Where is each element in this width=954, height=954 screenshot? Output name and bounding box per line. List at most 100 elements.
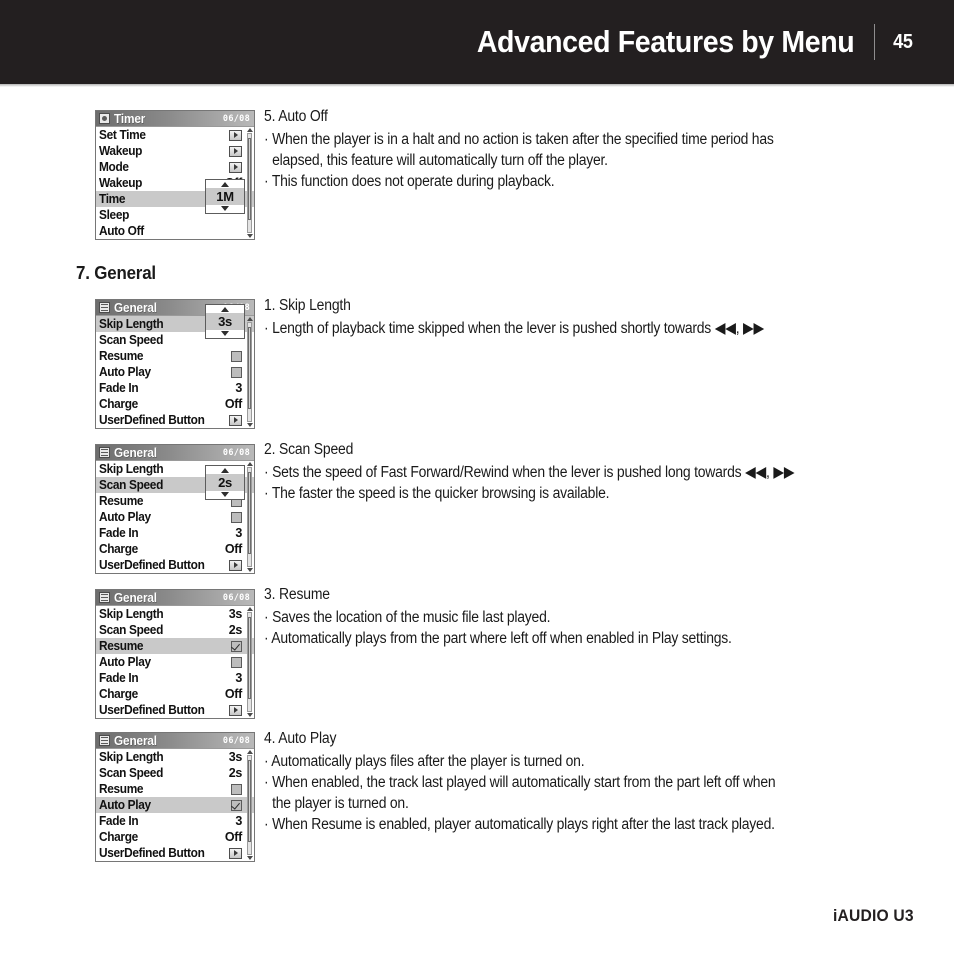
- checkbox-icon[interactable]: [231, 366, 242, 378]
- menu-row[interactable]: Scan Speed 2s: [96, 622, 254, 638]
- scroll-down-icon[interactable]: [246, 234, 253, 238]
- chevron-right-icon[interactable]: [229, 145, 242, 157]
- menu-row-label: Auto Off: [99, 224, 144, 238]
- menu-row[interactable]: Mode: [96, 159, 254, 175]
- menu-row[interactable]: Scan Speed 2s: [96, 765, 254, 781]
- device-screen: Timer06/08Set TimeWakeupModeWakeupOffTim…: [95, 110, 255, 240]
- menu-row-label: Resume: [99, 349, 144, 363]
- scroll-up-icon[interactable]: [246, 607, 253, 611]
- menu-row-value: 3s: [228, 750, 243, 764]
- menu-row[interactable]: Auto Play: [96, 364, 254, 380]
- scroll-thumb[interactable]: [248, 137, 251, 221]
- menu-row[interactable]: Skip Length 3s: [96, 606, 254, 622]
- menu-row[interactable]: UserDefined Button: [96, 702, 254, 718]
- menu-row-label: Auto Play: [99, 798, 151, 812]
- menu-row-label: Scan Speed: [99, 766, 164, 780]
- menu-row[interactable]: Auto Play: [96, 797, 254, 813]
- spinner-value: 2s: [206, 474, 244, 491]
- scroll-thumb[interactable]: [248, 616, 251, 700]
- checkbox-icon[interactable]: [231, 511, 242, 523]
- chevron-right-icon[interactable]: [229, 559, 242, 571]
- spinner-down-icon[interactable]: [221, 206, 229, 211]
- scroll-up-icon[interactable]: [246, 128, 253, 132]
- menu-row[interactable]: Fade In 3: [96, 813, 254, 829]
- menu-row-value: Off: [224, 830, 242, 844]
- menu-row[interactable]: UserDefined Button: [96, 557, 254, 573]
- menu-row-label: Resume: [99, 639, 144, 653]
- scroll-track[interactable]: [247, 612, 252, 712]
- scroll-up-icon[interactable]: [246, 750, 253, 754]
- description-title: 4. Auto Play: [264, 730, 337, 747]
- spinner-up-icon[interactable]: [221, 307, 229, 312]
- menu-row-value: 3: [235, 671, 242, 685]
- screen-scrollbar[interactable]: [246, 749, 253, 861]
- checkbox-icon[interactable]: [231, 656, 242, 668]
- checkbox-icon[interactable]: [231, 350, 242, 362]
- menu-row[interactable]: Charge Off: [96, 829, 254, 845]
- spinner-up-icon[interactable]: [221, 468, 229, 473]
- spinner-down-icon[interactable]: [221, 331, 229, 336]
- menu-row[interactable]: Fade In 3: [96, 380, 254, 396]
- menu-row[interactable]: Skip Length 3s: [96, 749, 254, 765]
- spinner-down-icon[interactable]: [221, 492, 229, 497]
- menu-row[interactable]: Resume: [96, 638, 254, 654]
- chevron-right-icon[interactable]: [229, 414, 242, 426]
- scroll-down-icon[interactable]: [246, 423, 253, 427]
- scroll-track[interactable]: [247, 322, 252, 422]
- menu-row[interactable]: Auto Off: [96, 223, 254, 239]
- screen-scrollbar[interactable]: [246, 606, 253, 718]
- menu-row[interactable]: Fade In 3: [96, 525, 254, 541]
- screen-page-indicator: 06/08: [222, 736, 250, 746]
- checkbox-checked-icon[interactable]: [231, 799, 242, 811]
- chevron-right-icon[interactable]: [229, 161, 242, 173]
- scroll-down-icon[interactable]: [246, 856, 253, 860]
- spinner-up-icon[interactable]: [221, 182, 229, 187]
- menu-row[interactable]: Charge Off: [96, 396, 254, 412]
- menu-row[interactable]: Fade In 3: [96, 670, 254, 686]
- menu-row[interactable]: UserDefined Button: [96, 412, 254, 428]
- scroll-down-icon[interactable]: [246, 713, 253, 717]
- description-title: 1. Skip Length: [264, 297, 351, 314]
- menu-row[interactable]: Auto Play: [96, 509, 254, 525]
- menu-row-label: Skip Length: [99, 317, 164, 331]
- menu-row-label: Wakeup: [99, 176, 143, 190]
- menu-row[interactable]: Resume: [96, 348, 254, 364]
- scroll-thumb[interactable]: [248, 471, 251, 555]
- chevron-right-icon[interactable]: [229, 129, 242, 141]
- scroll-thumb[interactable]: [248, 326, 251, 410]
- screen-scrollbar[interactable]: [246, 461, 253, 573]
- scroll-track[interactable]: [247, 467, 252, 567]
- menu-row-label: Resume: [99, 494, 144, 508]
- menu-row-label: Scan Speed: [99, 478, 164, 492]
- screen-scrollbar[interactable]: [246, 316, 253, 428]
- value-spinner-popup[interactable]: 3s: [205, 304, 245, 339]
- screen-title: General: [114, 445, 157, 460]
- checkbox-checked-icon[interactable]: [231, 640, 242, 652]
- menu-row[interactable]: Wakeup: [96, 143, 254, 159]
- value-spinner-popup[interactable]: 1M: [205, 179, 245, 214]
- value-spinner-popup[interactable]: 2s: [205, 465, 245, 500]
- device-screen: General 06/08 Skip Length 3s Scan Speed 2s Res…: [95, 589, 255, 719]
- menu-row-value: Off: [224, 397, 242, 411]
- menu-row[interactable]: UserDefined Button: [96, 845, 254, 861]
- scroll-track[interactable]: [247, 133, 252, 233]
- scroll-track[interactable]: [247, 755, 252, 855]
- menu-row-label: Resume: [99, 782, 144, 796]
- scroll-down-icon[interactable]: [246, 568, 253, 572]
- scroll-up-icon[interactable]: [246, 317, 253, 321]
- menu-row[interactable]: Charge Off: [96, 686, 254, 702]
- list-icon: [99, 592, 110, 603]
- menu-row[interactable]: Set Time: [96, 127, 254, 143]
- scroll-thumb[interactable]: [248, 759, 251, 843]
- chevron-right-icon[interactable]: [229, 704, 242, 716]
- menu-row[interactable]: Charge Off: [96, 541, 254, 557]
- screen-scrollbar[interactable]: [246, 127, 253, 239]
- chevron-right-icon[interactable]: [229, 847, 242, 859]
- menu-row[interactable]: Auto Play: [96, 654, 254, 670]
- header-divider: [874, 24, 876, 60]
- device-screen: General 06/08 Skip Length 3s Scan Speed 2s Res…: [95, 732, 255, 862]
- menu-row-label: Time: [99, 192, 126, 206]
- menu-row[interactable]: Resume: [96, 781, 254, 797]
- scroll-up-icon[interactable]: [246, 462, 253, 466]
- checkbox-icon[interactable]: [231, 783, 242, 795]
